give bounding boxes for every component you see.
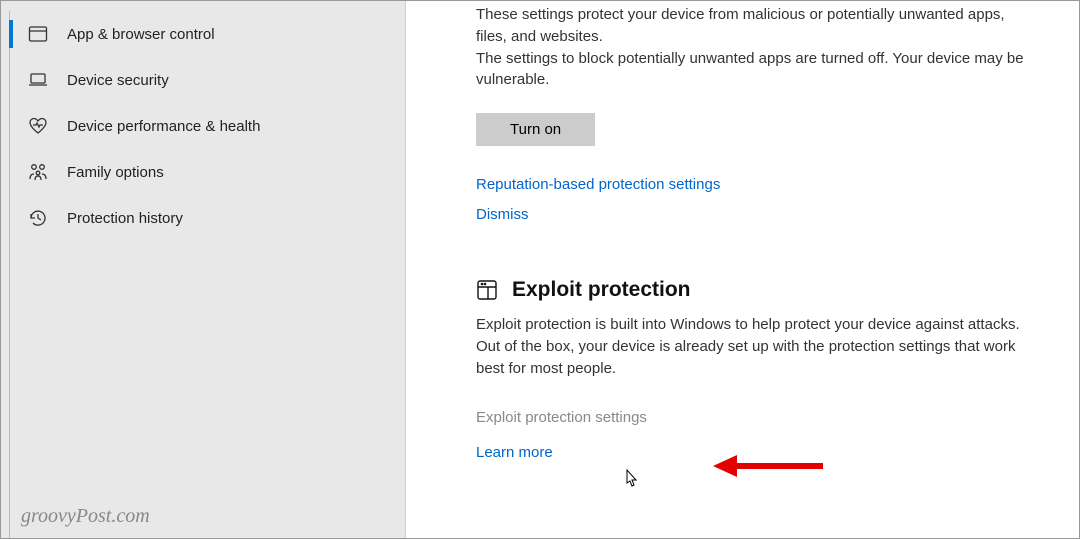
window-icon — [28, 24, 48, 44]
main-content: These settings protect your device from … — [406, 1, 1079, 538]
reputation-desc1: These settings protect your device from … — [476, 4, 1039, 48]
laptop-icon — [28, 70, 48, 90]
sidebar-item-label: App & browser control — [67, 26, 215, 43]
watermark: groovyPost.com — [21, 505, 150, 528]
sidebar-item-family-options[interactable]: Family options — [10, 149, 405, 195]
reputation-desc2: The settings to block potentially unwant… — [476, 48, 1039, 92]
sidebar-item-label: Protection history — [67, 210, 183, 227]
sidebar-item-device-security[interactable]: Device security — [10, 57, 405, 103]
heart-icon — [28, 116, 48, 136]
exploit-settings-link[interactable]: Exploit protection settings — [476, 409, 1039, 426]
exploit-protection-header: Exploit protection — [476, 278, 1039, 302]
sidebar-item-app-browser-control[interactable]: App & browser control — [10, 11, 405, 57]
exploit-protection-title: Exploit protection — [512, 278, 691, 302]
exploit-protection-desc: Exploit protection is built into Windows… — [476, 314, 1039, 379]
sidebar-item-label: Device performance & health — [67, 118, 260, 135]
sidebar-item-device-performance[interactable]: Device performance & health — [10, 103, 405, 149]
history-icon — [28, 208, 48, 228]
sidebar-item-protection-history[interactable]: Protection history — [10, 195, 405, 241]
exploit-icon — [476, 279, 498, 301]
sidebar-item-label: Device security — [67, 72, 169, 89]
dismiss-link[interactable]: Dismiss — [476, 206, 1039, 223]
sidebar: App & browser control Device security — [1, 1, 406, 538]
reputation-settings-link[interactable]: Reputation-based protection settings — [476, 176, 1039, 193]
family-icon — [28, 162, 48, 182]
learn-more-link[interactable]: Learn more — [476, 444, 1039, 461]
turn-on-button[interactable]: Turn on — [476, 113, 595, 146]
sidebar-item-label: Family options — [67, 164, 164, 181]
